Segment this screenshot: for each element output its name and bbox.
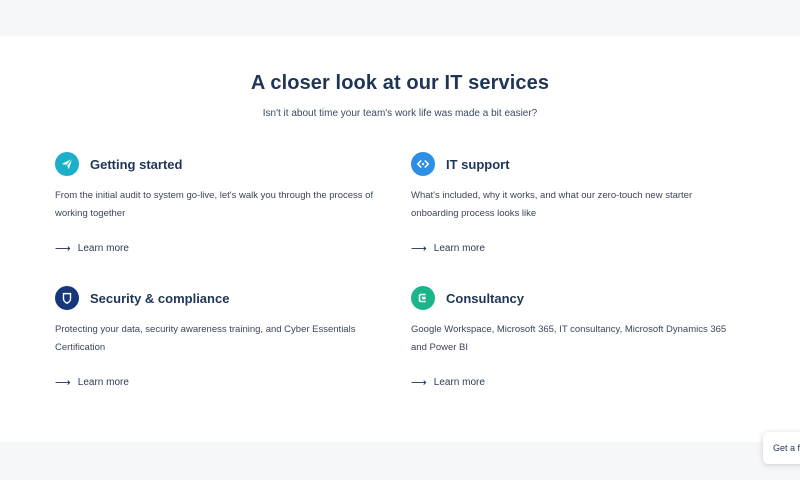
shield-icon: [55, 286, 79, 310]
card-title: IT support: [446, 156, 510, 172]
card-description: Google Workspace, Microsoft 365, IT cons…: [411, 324, 727, 353]
card-security-compliance: Security & compliance Protecting your da…: [55, 286, 385, 389]
top-band: [0, 0, 800, 36]
card-title: Security & compliance: [90, 290, 230, 306]
paper-plane-icon: [55, 152, 79, 176]
card-description: Protecting your data, security awareness…: [55, 324, 356, 353]
learn-more-label: Learn more: [433, 243, 485, 254]
get-quote-button[interactable]: Get a f: [763, 432, 800, 464]
consultancy-icon: [411, 286, 435, 310]
learn-more-label: Learn more: [77, 243, 129, 254]
card-title: Consultancy: [446, 290, 525, 306]
card-description: What's included, why it works, and what …: [411, 190, 693, 219]
arrow-right-icon: ⟶: [411, 243, 427, 255]
bottom-band: [0, 442, 800, 480]
learn-more-link[interactable]: ⟶ Learn more: [411, 242, 741, 255]
card-getting-started: Getting started From the initial audit t…: [55, 152, 385, 255]
section-subtitle: Isn't it about time your team's work lif…: [262, 108, 538, 119]
card-description: From the initial audit to system go-live…: [55, 190, 374, 219]
card-consultancy: Consultancy Google Workspace, Microsoft …: [411, 286, 741, 389]
learn-more-label: Learn more: [77, 377, 129, 388]
services-section: A closer look at our IT services Isn't i…: [0, 36, 800, 442]
learn-more-link[interactable]: ⟶ Learn more: [411, 376, 741, 389]
arrow-right-icon: ⟶: [411, 377, 427, 389]
arrow-right-icon: ⟶: [55, 377, 71, 389]
learn-more-label: Learn more: [433, 377, 485, 388]
section-title: A closer look at our IT services: [250, 72, 550, 94]
card-title: Getting started: [90, 156, 183, 172]
card-it-support: IT support What's included, why it works…: [411, 152, 741, 255]
code-brackets-icon: [411, 152, 435, 176]
learn-more-link[interactable]: ⟶ Learn more: [55, 376, 385, 389]
arrow-right-icon: ⟶: [55, 243, 71, 255]
learn-more-link[interactable]: ⟶ Learn more: [55, 242, 385, 255]
